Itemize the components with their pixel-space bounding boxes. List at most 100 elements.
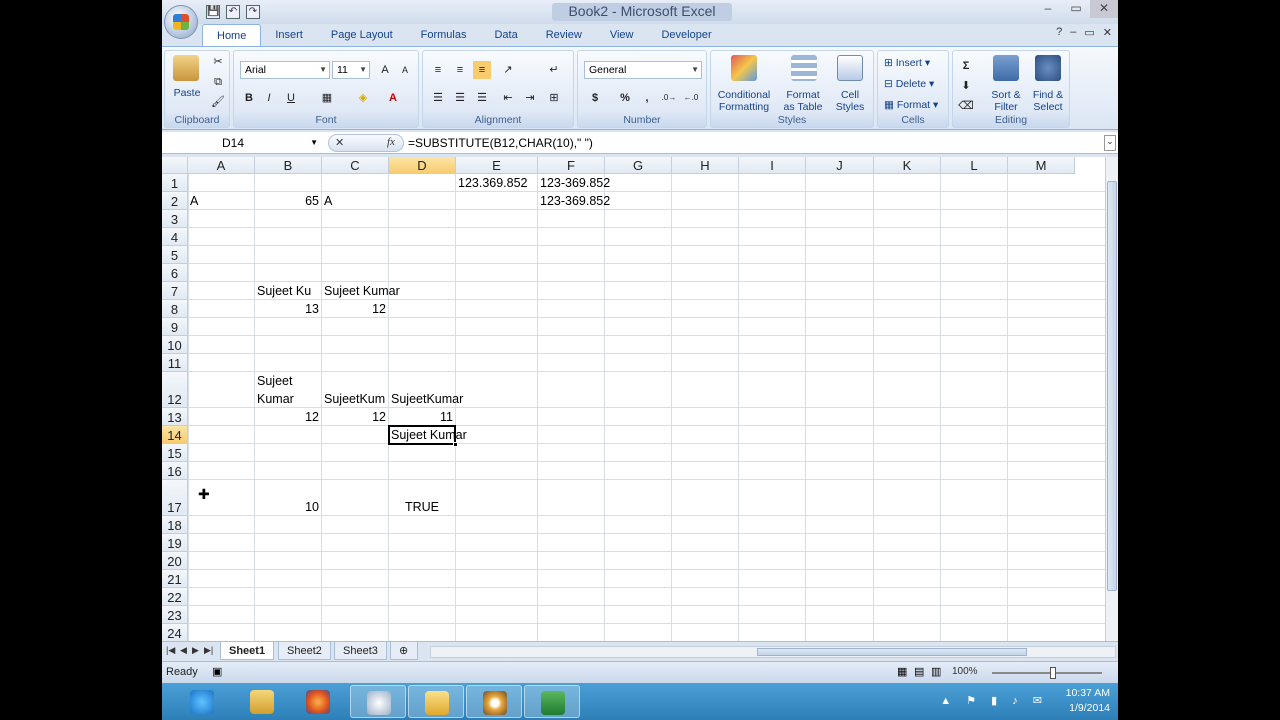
name-box[interactable]: D14 ▼ — [162, 133, 322, 153]
row-header[interactable]: 19 — [162, 534, 188, 552]
tab-home[interactable]: Home — [202, 24, 262, 46]
fill-color-icon[interactable]: ◈ — [354, 89, 372, 107]
office-button[interactable] — [164, 5, 198, 39]
zoom-slider[interactable] — [992, 672, 1102, 674]
wrap-text-icon[interactable]: ↵ — [545, 61, 563, 79]
cell-b7[interactable]: Sujeet Ku — [257, 283, 321, 299]
next-sheet-icon[interactable]: ▶ — [192, 645, 199, 656]
font-size-select[interactable]: 11 ▼ — [332, 61, 370, 79]
taskbar-firefox[interactable] — [290, 685, 346, 718]
row-header[interactable]: 11 — [162, 354, 188, 372]
paste-button[interactable]: Paste — [169, 87, 205, 99]
cell-d13[interactable]: 11 — [391, 409, 453, 425]
row-header[interactable]: 18 — [162, 516, 188, 534]
column-header[interactable]: H — [672, 157, 739, 174]
row-header[interactable]: 12 — [162, 372, 188, 408]
column-header[interactable]: I — [739, 157, 806, 174]
row-header[interactable]: 16 — [162, 462, 188, 480]
align-top-icon[interactable]: ≡ — [429, 61, 447, 79]
percent-button[interactable]: % — [616, 89, 634, 107]
column-header[interactable]: L — [941, 157, 1008, 174]
zoom-level[interactable]: 100% — [952, 666, 978, 677]
system-tray-icons[interactable]: ▲ ⚑ ▮ ♪ ✉ — [940, 694, 1048, 707]
font-color-icon[interactable]: A — [384, 89, 402, 107]
cell-c2[interactable]: A — [324, 193, 332, 209]
normal-view-icon[interactable]: ▦ — [897, 665, 907, 678]
row-header[interactable]: 14 — [162, 426, 188, 444]
align-right-icon[interactable]: ☰ — [473, 89, 491, 107]
borders-icon[interactable]: ▦ — [318, 89, 336, 107]
decrease-indent-icon[interactable]: ⇤ — [499, 89, 517, 107]
doc-restore-icon[interactable]: ▭ — [1084, 26, 1094, 39]
row-header[interactable]: 24 — [162, 624, 188, 641]
align-center-icon[interactable]: ☰ — [451, 89, 469, 107]
format-as-table-button[interactable]: Format as Table — [777, 89, 829, 113]
taskbar-app-4[interactable] — [350, 685, 406, 718]
taskbar-app-5[interactable] — [408, 685, 464, 718]
find-select-icon[interactable] — [1035, 55, 1061, 81]
tab-insert[interactable]: Insert — [261, 24, 317, 46]
close-icon[interactable]: ✕ — [1090, 0, 1118, 18]
format-as-table-icon[interactable] — [791, 55, 817, 81]
sheet-tab-1[interactable]: Sheet1 — [220, 642, 275, 660]
taskbar-excel[interactable] — [524, 685, 580, 718]
grow-font-icon[interactable]: A — [376, 61, 394, 79]
maximize-icon[interactable]: ▭ — [1062, 0, 1090, 18]
increase-decimal-icon[interactable]: .0→ — [660, 89, 678, 107]
cell-c13[interactable]: 12 — [324, 409, 386, 425]
row-header[interactable]: 23 — [162, 606, 188, 624]
column-header[interactable]: G — [605, 157, 672, 174]
row-header[interactable]: 21 — [162, 570, 188, 588]
cell-d17[interactable]: TRUE — [391, 499, 453, 515]
row-header[interactable]: 4 — [162, 228, 188, 246]
cell-b13[interactable]: 12 — [257, 409, 319, 425]
merge-center-icon[interactable]: ⊞ — [545, 89, 563, 107]
scrollbar-thumb[interactable] — [757, 648, 1027, 656]
horizontal-scrollbar[interactable] — [430, 646, 1116, 658]
column-header[interactable]: D — [389, 157, 456, 174]
column-header[interactable]: A — [188, 157, 255, 174]
cell-b17[interactable]: 10 — [257, 499, 319, 515]
row-header[interactable]: 15 — [162, 444, 188, 462]
autosum-icon[interactable]: Σ — [957, 57, 975, 75]
cell-a2[interactable]: A — [190, 193, 198, 209]
cell-d12[interactable]: SujeetKumar — [391, 391, 463, 407]
clear-icon[interactable]: ⌫ — [957, 97, 975, 115]
conditional-formatting-icon[interactable] — [731, 55, 757, 81]
zoom-slider-knob[interactable] — [1050, 667, 1056, 679]
cut-icon[interactable]: ✂ — [209, 53, 227, 71]
orientation-icon[interactable]: ↗ — [499, 61, 517, 79]
select-all-corner[interactable] — [162, 157, 188, 174]
format-painter-icon[interactable]: 🖌 — [209, 93, 227, 111]
tab-review[interactable]: Review — [532, 24, 596, 46]
decrease-decimal-icon[interactable]: ←.0 — [682, 89, 700, 107]
currency-button[interactable]: $ — [586, 89, 604, 107]
row-header[interactable]: 13 — [162, 408, 188, 426]
column-header[interactable]: F — [538, 157, 605, 174]
taskbar-explorer[interactable] — [234, 685, 290, 718]
tab-data[interactable]: Data — [480, 24, 531, 46]
page-layout-view-icon[interactable]: ▤ — [914, 665, 924, 678]
cell-b8[interactable]: 13 — [257, 301, 319, 317]
fill-icon[interactable]: ⬇ — [957, 77, 975, 95]
column-header[interactable]: E — [456, 157, 538, 174]
column-header[interactable]: C — [322, 157, 389, 174]
row-header[interactable]: 1 — [162, 174, 188, 192]
tab-view[interactable]: View — [596, 24, 648, 46]
cell-c8[interactable]: 12 — [324, 301, 386, 317]
find-select-button[interactable]: Find & Select — [1027, 89, 1069, 113]
comma-button[interactable]: , — [638, 89, 656, 107]
insert-cells-button[interactable]: ⊞ Insert ▾ — [884, 57, 944, 69]
formula-input[interactable]: =SUBSTITUTE(B12,CHAR(10)," ") — [408, 133, 593, 153]
row-header[interactable]: 20 — [162, 552, 188, 570]
first-sheet-icon[interactable]: |◀ — [166, 645, 175, 656]
minimize-icon[interactable]: – — [1034, 0, 1062, 18]
format-cells-button[interactable]: ▦ Format ▾ — [884, 99, 948, 111]
row-header[interactable]: 6 — [162, 264, 188, 282]
taskbar-app-6[interactable] — [466, 685, 522, 718]
delete-cells-button[interactable]: ⊟ Delete ▾ — [884, 78, 944, 90]
vertical-scrollbar[interactable] — [1105, 157, 1118, 641]
row-header[interactable]: 3 — [162, 210, 188, 228]
conditional-formatting-button[interactable]: Conditional Formatting — [713, 89, 775, 113]
column-header[interactable]: K — [874, 157, 941, 174]
